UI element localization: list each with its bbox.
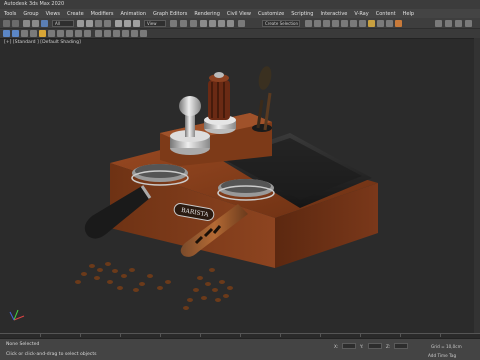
- menu-views[interactable]: Views: [46, 11, 60, 17]
- menu-help[interactable]: Help: [403, 11, 414, 17]
- coffee-beans: [75, 262, 233, 310]
- menu-civil-view[interactable]: Civil View: [227, 11, 251, 17]
- menu-content[interactable]: Content: [376, 11, 396, 17]
- menu-animation[interactable]: Animation: [121, 11, 147, 17]
- render-production-icon[interactable]: [395, 20, 402, 27]
- undo-icon[interactable]: [3, 20, 10, 27]
- align-icon[interactable]: [314, 20, 321, 27]
- vray-proxy-icon[interactable]: [48, 30, 55, 37]
- x-coord-field[interactable]: [342, 343, 356, 349]
- snaps-toggle-icon[interactable]: [200, 20, 207, 27]
- rotate-icon[interactable]: [124, 20, 131, 27]
- selection-status: None Selected: [6, 342, 40, 347]
- vray-mesh-export-icon[interactable]: [95, 30, 102, 37]
- vray-ipr-icon[interactable]: [122, 30, 129, 37]
- pivot-icon[interactable]: [170, 20, 177, 27]
- menu-modifiers[interactable]: Modifiers: [91, 11, 114, 17]
- edit-named-selection-icon[interactable]: [238, 20, 245, 27]
- keyboard-shortcut-icon[interactable]: [190, 20, 197, 27]
- reference-coordinate-dropdown[interactable]: View: [144, 20, 166, 27]
- menu-vray[interactable]: V-Ray: [354, 11, 368, 17]
- brush-head: [258, 66, 272, 90]
- perspective-viewport[interactable]: BARISTA: [0, 38, 480, 333]
- vray-material-icon[interactable]: [113, 30, 120, 37]
- viewport-label[interactable]: [+] [Standard ] [Default Shading]: [4, 40, 81, 45]
- window-title: Autodesk 3ds Max 2020: [4, 1, 65, 7]
- menu-scripting[interactable]: Scripting: [291, 11, 313, 17]
- main-toolbar: All View Create Selection Se: [0, 18, 480, 29]
- window-crossing-icon[interactable]: [104, 20, 111, 27]
- vray-scene-converter-icon[interactable]: [104, 30, 111, 37]
- mirror-icon[interactable]: [305, 20, 312, 27]
- status-bar: None Selected Click or click-and-drag to…: [0, 338, 480, 360]
- viewport-scene: BARISTA: [9, 66, 378, 321]
- material-editor-icon[interactable]: [368, 20, 375, 27]
- vray-render-icon[interactable]: [3, 30, 10, 37]
- menu-rendering[interactable]: Rendering: [194, 11, 220, 17]
- vray-camera-icon[interactable]: [84, 30, 91, 37]
- help-icon[interactable]: [465, 20, 472, 27]
- vray-lister-icon[interactable]: [131, 30, 138, 37]
- link-icon[interactable]: [23, 20, 30, 27]
- rectangular-selection-icon[interactable]: [95, 20, 102, 27]
- selection-filter-dropdown[interactable]: All: [52, 20, 74, 27]
- menu-interactive[interactable]: Interactive: [320, 11, 347, 17]
- named-selection-dropdown[interactable]: Create Selection Se: [262, 20, 300, 27]
- select-manipulate-icon[interactable]: [180, 20, 187, 27]
- spinner-snap-icon[interactable]: [227, 20, 234, 27]
- bind-space-warp-icon[interactable]: [41, 20, 48, 27]
- sign-in-icon[interactable]: [455, 20, 462, 27]
- z-coord-field[interactable]: [394, 343, 408, 349]
- vray-plane-icon[interactable]: [66, 30, 73, 37]
- toggle-layer-explorer-icon[interactable]: [332, 20, 339, 27]
- render-setup-icon[interactable]: [377, 20, 384, 27]
- vray-settings-icon[interactable]: [140, 30, 147, 37]
- menu-customize[interactable]: Customize: [258, 11, 284, 17]
- brush-slot: [252, 124, 272, 132]
- percent-snap-icon[interactable]: [218, 20, 225, 27]
- vray-sun-icon[interactable]: [39, 30, 46, 37]
- select-object-icon[interactable]: [77, 20, 84, 27]
- menu-bar: Tools Group Views Create Modifiers Anima…: [0, 9, 480, 18]
- redo-icon[interactable]: [12, 20, 19, 27]
- vray-frame-buffer-icon[interactable]: [12, 30, 19, 37]
- z-coord-label: Z:: [386, 344, 391, 349]
- unlink-icon[interactable]: [32, 20, 39, 27]
- y-coord-field[interactable]: [368, 343, 382, 349]
- viewport-right-strip: [474, 38, 480, 333]
- schematic-view-icon[interactable]: [359, 20, 366, 27]
- axis-gizmo: [9, 309, 25, 321]
- toggle-scene-explorer-icon[interactable]: [323, 20, 330, 27]
- vray-fur-icon[interactable]: [57, 30, 64, 37]
- tamper-knob: [179, 96, 201, 116]
- menu-create[interactable]: Create: [67, 11, 84, 17]
- rendered-frame-window-icon[interactable]: [386, 20, 393, 27]
- menu-graph-editors[interactable]: Graph Editors: [153, 11, 187, 17]
- prompt-line: Click or click-and-drag to select object…: [6, 352, 97, 357]
- move-icon[interactable]: [115, 20, 122, 27]
- select-by-name-icon[interactable]: [86, 20, 93, 27]
- tamper-handle: [185, 113, 195, 137]
- menu-group[interactable]: Group: [23, 11, 38, 17]
- vray-light-icon[interactable]: [21, 30, 28, 37]
- scale-icon[interactable]: [133, 20, 140, 27]
- project-folder-icon[interactable]: [445, 20, 452, 27]
- title-bar: Autodesk 3ds Max 2020: [0, 0, 480, 9]
- curve-editor-icon[interactable]: [350, 20, 357, 27]
- vray-dome-light-icon[interactable]: [30, 30, 37, 37]
- vray-sphere-icon[interactable]: [75, 30, 82, 37]
- angle-snap-icon[interactable]: [209, 20, 216, 27]
- add-time-tag[interactable]: Add Time Tag: [428, 353, 456, 358]
- menu-tools[interactable]: Tools: [4, 11, 16, 17]
- x-coord-label: X:: [334, 344, 339, 349]
- y-coord-label: Y:: [360, 344, 364, 349]
- ribbon-icon[interactable]: [341, 20, 348, 27]
- workspaces-icon[interactable]: [435, 20, 442, 27]
- grid-size: Grid = 10,0cm: [431, 344, 462, 349]
